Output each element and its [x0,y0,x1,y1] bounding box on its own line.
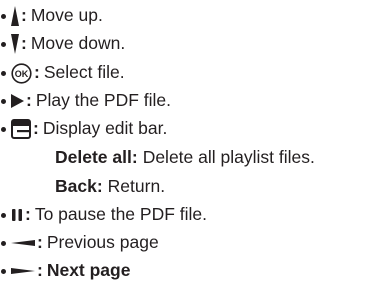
item-text: To pause the PDF file. [34,204,207,225]
pause-icon [11,208,23,222]
item-colon: : [26,90,32,111]
list-item: : Display edit bar. [1,116,167,142]
sub-item-back: Back: Return. [55,173,165,199]
bullet [1,268,6,274]
bullet [1,126,6,132]
bullet [1,240,6,246]
ok-icon: OK [11,62,32,84]
bullet [1,41,6,47]
ok-icon-label: OK [15,69,29,79]
bullet [1,212,6,218]
sub-item-label: Delete all: [55,146,138,167]
item-colon: : [37,260,43,281]
move-down-icon [11,34,19,54]
sub-item-delete-all: Delete all: Delete all playlist files. [55,144,315,170]
item-colon: : [37,232,43,253]
item-colon: : [25,204,31,225]
previous-page-icon [11,238,35,248]
list-item: : Previous page [1,230,159,256]
item-colon: : [21,5,27,26]
list-item: : Move up. [1,3,103,29]
item-text: Move down. [30,33,126,54]
list-item: : Play the PDF file. [1,88,171,114]
item-text: Display edit bar. [42,118,168,139]
item-colon: : [33,118,39,139]
list-item: OK : Select file. [1,60,125,86]
list-item: : Move down. [1,31,125,57]
item-text: Next page [46,260,131,281]
sub-item-label: Back: [55,175,103,196]
sub-item-text: Delete all playlist files. [142,146,315,167]
item-text: Previous page [46,232,159,253]
item-colon: : [21,33,27,54]
bullet [1,98,6,104]
item-text: Select file. [43,62,125,83]
item-colon: : [34,62,40,83]
list-item: : Next page [1,258,130,284]
play-icon [11,94,24,108]
next-page-icon [11,266,35,276]
bullet [1,13,6,19]
move-up-icon [11,6,19,26]
bullet [1,70,6,76]
list-item: : To pause the PDF file. [1,202,207,228]
sub-item-text: Return. [107,175,166,196]
item-text: Move up. [30,5,103,26]
item-text: Play the PDF file. [35,90,172,111]
edit-bar-icon [11,119,31,139]
